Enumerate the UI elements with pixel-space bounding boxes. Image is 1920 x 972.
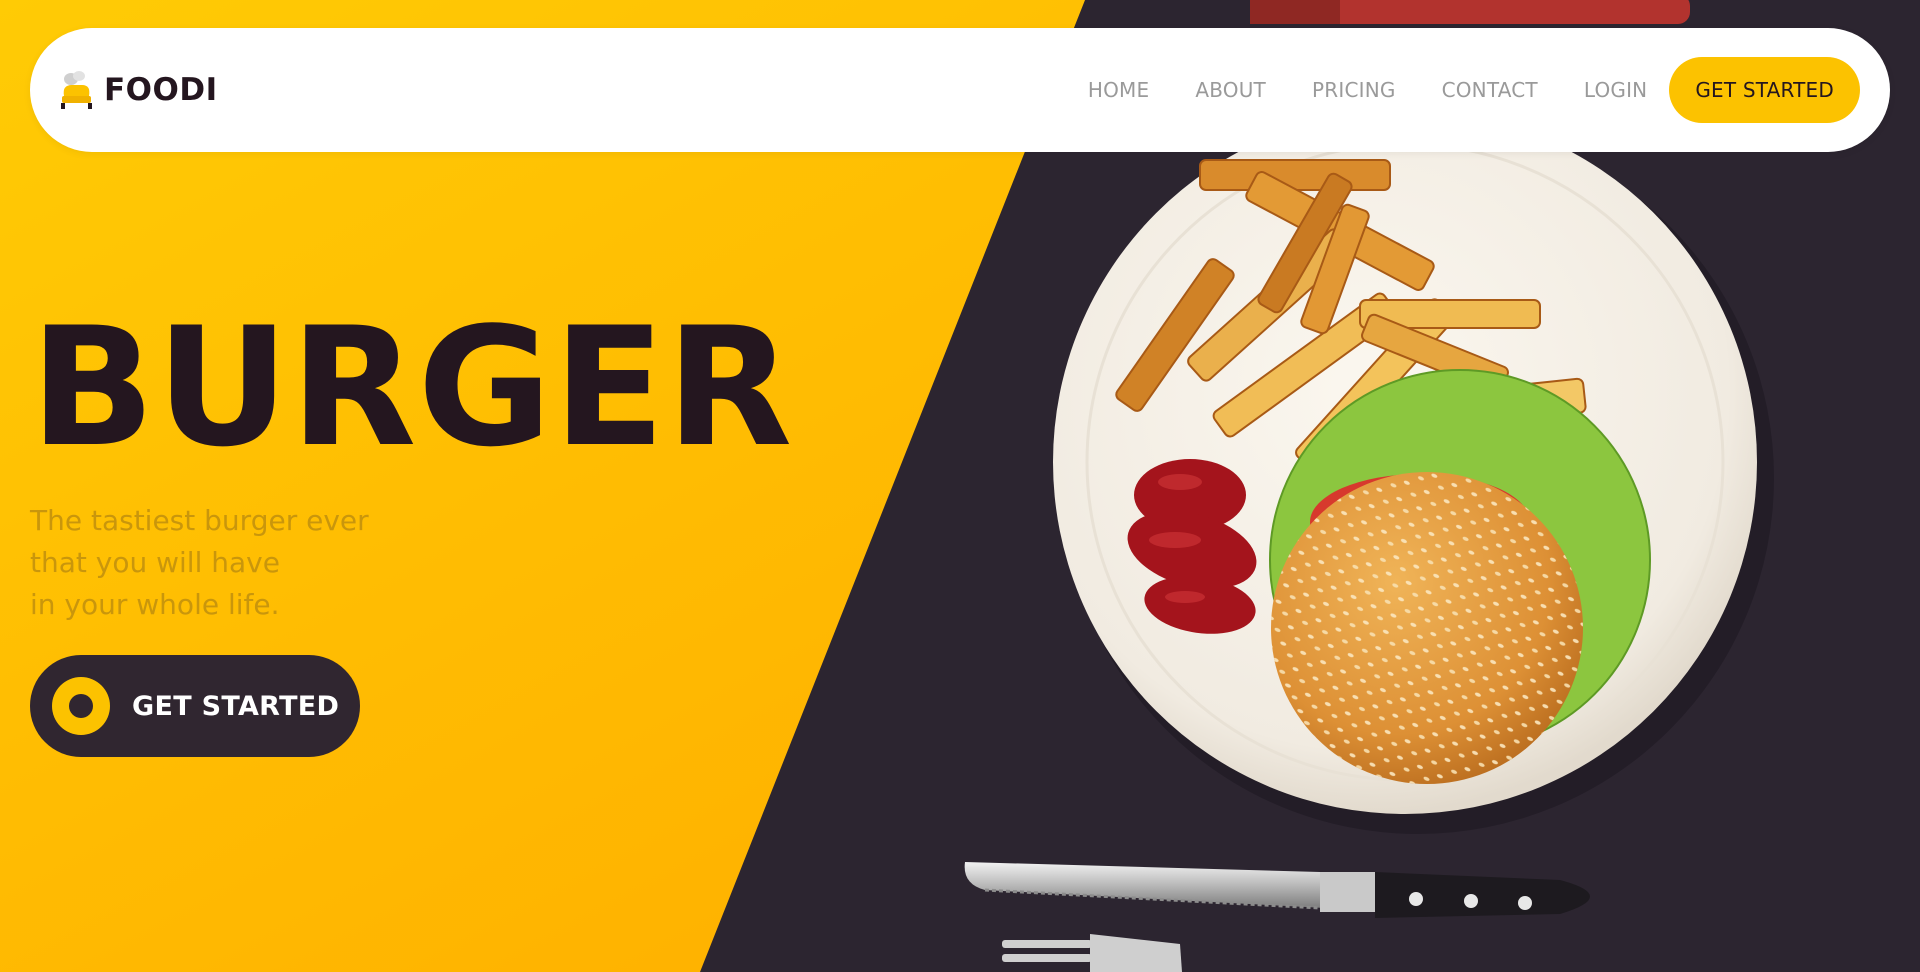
top-navbar: FOODI HOME ABOUT PRICING CONTACT LOGIN G…: [30, 28, 1890, 152]
hero-subtitle: The tastiest burger ever that you will h…: [30, 500, 450, 626]
get-started-hero-button[interactable]: GET STARTED: [30, 655, 360, 757]
nav-link-contact[interactable]: CONTACT: [1442, 78, 1538, 102]
get-started-hero-label: GET STARTED: [132, 690, 340, 722]
hero-subtitle-line: that you will have: [30, 546, 280, 579]
hero-subtitle-line: The tastiest burger ever: [30, 504, 369, 537]
nav-link-login[interactable]: LOGIN: [1584, 78, 1648, 102]
nav-link-about[interactable]: ABOUT: [1195, 78, 1266, 102]
hero-title: BURGER: [30, 292, 794, 483]
brand-logo[interactable]: FOODI: [58, 70, 218, 110]
main-nav: HOME ABOUT PRICING CONTACT LOGIN GET STA…: [1088, 57, 1860, 123]
ring-icon-center: [69, 694, 93, 718]
brand-name: FOODI: [104, 72, 218, 108]
chef-hat-icon: [61, 71, 92, 109]
ring-icon: [52, 677, 110, 735]
nav-link-home[interactable]: HOME: [1088, 78, 1149, 102]
get-started-nav-button[interactable]: GET STARTED: [1669, 57, 1860, 123]
nav-link-pricing[interactable]: PRICING: [1312, 78, 1396, 102]
hero-subtitle-line: in your whole life.: [30, 588, 280, 621]
